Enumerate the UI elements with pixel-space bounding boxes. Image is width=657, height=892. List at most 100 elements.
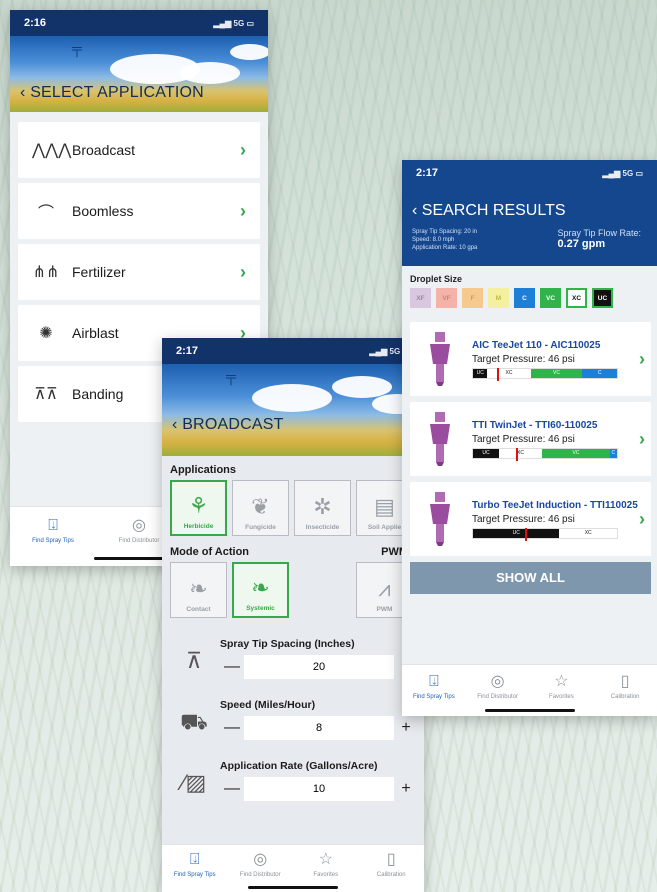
header-banner: ╤ ‹ BROADCAST [162,364,424,456]
spacing-summary: Spray Tip Spacing: 20 in [412,229,478,235]
bar-segment-uc: UC [473,528,560,538]
speed-stepper: — 8 + [220,716,418,740]
result-pressure: Target Pressure: 46 psi [472,353,575,365]
tab-calibration[interactable]: ▯ Calibration [593,665,657,716]
boom-icon: ⊼ [185,648,203,673]
tractor-icon: ⛟ [180,709,208,734]
result-name[interactable]: AIC TeeJet 110 - AIC110025 [472,340,639,352]
header: 2:17 ▂▄▆ 5G ▭ ‹ SEARCH RESULTS Spray Tip… [402,160,657,266]
rate-value[interactable]: 10 [244,777,394,801]
tab-bar: ⍗ Find Spray Tips ◎ Find Distributor ☆ F… [402,664,657,716]
page-title[interactable]: ‹ SELECT APPLICATION [20,84,204,102]
decrement-button[interactable]: — [220,719,244,737]
decrement-button[interactable]: — [220,658,244,676]
tab-favorites[interactable]: ☆ Favorites [293,845,359,892]
spray-tip-icon: ⍗ [189,851,200,868]
param-title: Application Rate (Gallons/Acre) [220,760,378,772]
tab-find-spray-tips[interactable]: ⍗ Find Spray Tips [402,665,466,716]
calibration-icon: ▯ [620,673,630,690]
chevron-right-icon: › [639,428,645,449]
speed-summary: Speed: 8.0 mph [412,237,455,243]
back-icon[interactable]: ‹ [412,202,417,219]
bar-segment-xc: XC [559,528,617,538]
param-speed: ⛟ Speed (Miles/Hour) — 8 + [162,695,424,742]
back-icon[interactable]: ‹ [172,416,178,433]
increment-button[interactable]: + [394,780,418,798]
bar-segment-uc: UC [473,448,499,458]
tab-find-spray-tips[interactable]: ⍗ Find Spray Tips [10,507,96,566]
droplet-size-bar: UC XC VC C [472,367,618,381]
broadcast-icon: ⋀⋀⋀ [32,142,72,159]
broadcast-screen: 2:17 ▂▄▆ 5G ▭ ╤ ‹ BROADCAST Applications… [162,338,424,892]
tab-find-spray-tips[interactable]: ⍗ Find Spray Tips [162,845,228,892]
results-list: AIC TeeJet 110 - AIC110025 Target Pressur… [402,322,657,556]
droplet-filter-m[interactable]: M [488,288,509,308]
spacing-stepper: — 20 + [220,655,418,679]
signal-indicator: ▂▄▆ 5G ▭ [602,168,643,178]
flow-rate-label: Spray Tip Flow Rate: [557,228,641,238]
home-indicator [484,709,575,712]
result-name[interactable]: TTI TwinJet - TTI60-110025 [472,420,639,432]
beetle-icon: ✲ [313,494,332,519]
tile-contact[interactable]: ❧ Contact [170,562,227,618]
spacing-value[interactable]: 20 [244,655,394,679]
status-time: 2:17 [176,345,199,357]
param-application-rate: ⁄▨ Application Rate (Gallons/Acre) — 10 … [162,756,424,803]
pressure-marker [516,447,519,461]
calibration-icon: ▯ [386,851,396,868]
search-summary: Spray Tip Spacing: 20 in Speed: 8.0 mph … [412,228,647,252]
mode-of-action-heading: Mode of Action [170,546,250,558]
banding-icon: ⊼⊼ [34,386,58,403]
tile-systemic[interactable]: ❧ Systemic [232,562,289,618]
tab-calibration[interactable]: ▯ Calibration [359,845,425,892]
list-item-boomless[interactable]: ⌒ Boomless › [18,183,260,239]
tab-find-distributor[interactable]: ◎ Find Distributor [228,845,294,892]
bar-segment-uc: UC [473,368,488,378]
droplet-size-heading: Droplet Size [410,274,463,284]
page-title[interactable]: ‹ BROADCAST [172,416,284,434]
droplet-size-bar: UC XC VC C [472,447,618,461]
param-title: Speed (Miles/Hour) [220,699,316,711]
bar-segment-vc: VC [542,448,610,458]
result-pressure: Target Pressure: 46 psi [472,513,575,525]
list-item-label: Fertilizer [72,264,126,280]
tile-herbicide[interactable]: ⚘ Herbicide [170,480,227,536]
result-name[interactable]: Turbo TeeJet Induction - TTI110025 [472,500,639,512]
spray-tip-icon: ⍗ [429,673,439,690]
back-icon[interactable]: ‹ [20,84,26,101]
list-item-broadcast[interactable]: ⋀⋀⋀ Broadcast › [18,122,260,178]
drone-icon: ╤ [226,368,236,384]
droplet-filter-uc[interactable]: UC [592,288,613,308]
tile-fungicide[interactable]: ❦ Fungicide [232,480,289,536]
show-all-button[interactable]: SHOW ALL [410,562,651,594]
applications-tiles: ⚘ Herbicide ❦ Fungicide ✲ Insecticide ▤ … [162,476,424,540]
chevron-right-icon: › [240,261,246,282]
speed-value[interactable]: 8 [244,716,394,740]
droplet-filter-xf[interactable]: XF [410,288,431,308]
result-item[interactable]: AIC TeeJet 110 - AIC110025 Target Pressur… [410,322,651,396]
nozzle-icon [420,332,460,386]
page-title[interactable]: ‹ SEARCH RESULTS [412,202,647,220]
bar-segment-xc: XC [487,368,531,378]
status-bar: 2:17 ▂▄▆ 5G ▭ [412,160,647,186]
param-spray-tip-spacing: ⊼ Spray Tip Spacing (Inches) — 20 + [162,634,424,681]
result-item[interactable]: TTI TwinJet - TTI60-110025 Target Pressur… [410,402,651,476]
droplet-filter-c[interactable]: C [514,288,535,308]
droplet-filter-xc[interactable]: XC [566,288,587,308]
soil-icon: ▤ [374,494,395,519]
list-item-fertilizer[interactable]: ⋔⋔ Fertilizer › [18,244,260,300]
droplet-size-bar: UC XC [472,527,618,541]
increment-button[interactable]: + [394,719,418,737]
mode-tiles: ❧ Contact ❧ Systemic ⩘ PWM [162,558,424,622]
droplet-filter-vc[interactable]: VC [540,288,561,308]
decrement-button[interactable]: — [220,780,244,798]
droplet-filter-f[interactable]: F [462,288,483,308]
result-item[interactable]: Turbo TeeJet Induction - TTI110025 Target… [410,482,651,556]
star-icon: ☆ [554,673,569,690]
nozzle-icon [420,492,460,546]
star-icon: ☆ [318,851,333,868]
rate-stepper: — 10 + [220,777,418,801]
tile-insecticide[interactable]: ✲ Insecticide [294,480,351,536]
droplet-filter-vf[interactable]: VF [436,288,457,308]
list-item-label: Boomless [72,203,134,219]
